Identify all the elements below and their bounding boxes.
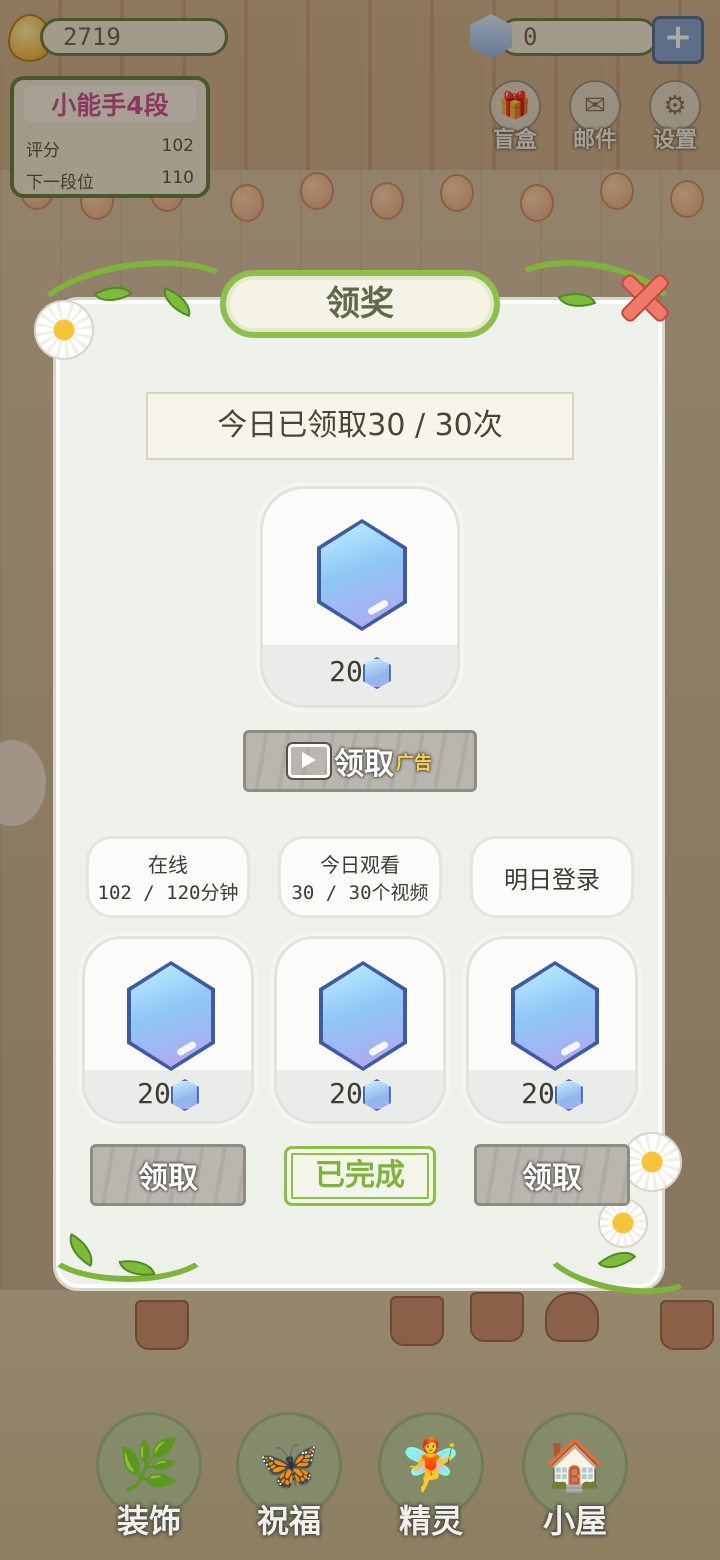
online-reward-card: 20 <box>82 936 254 1124</box>
online-task-label: 在线 102 / 120分钟 <box>86 836 250 918</box>
watch-video-task-label: 今日观看 30 / 30个视频 <box>278 836 442 918</box>
nav-blessing[interactable]: 🦋 祝福 <box>234 1412 344 1552</box>
task-title: 今日观看 <box>320 853 400 877</box>
login-reward-card: 20 <box>466 936 638 1124</box>
claim-with-ad-button[interactable]: 领取 广告 <box>243 730 477 792</box>
gem-icon <box>319 961 407 1071</box>
claim-login-button[interactable]: 领取 <box>474 1144 630 1206</box>
close-button[interactable] <box>612 266 670 324</box>
task-progress: 102 / 120分钟 <box>97 882 239 904</box>
nav-cottage[interactable]: 🏠 小屋 <box>520 1412 630 1552</box>
tv-ad-icon <box>288 744 330 778</box>
modal-title: 领奖 <box>220 270 500 338</box>
claim-label: 领取 <box>334 747 394 782</box>
task-title: 明日登录 <box>504 865 600 894</box>
reward-amount: 20 <box>263 655 457 689</box>
main-reward-card: 20 <box>260 486 460 708</box>
claim-online-button[interactable]: 领取 <box>90 1144 246 1206</box>
daily-claim-count: 今日已领取30 / 30次 <box>146 392 574 460</box>
nav-decorate-label: 装饰 <box>116 1502 181 1540</box>
gem-icon <box>127 961 215 1071</box>
nav-decorate[interactable]: 🌿 装饰 <box>94 1412 204 1552</box>
gem-small-icon <box>554 1079 583 1111</box>
nav-fairy[interactable]: 🧚 精灵 <box>376 1412 486 1552</box>
gem-small-icon <box>170 1079 199 1111</box>
nav-fairy-label: 精灵 <box>398 1502 463 1540</box>
daisy-decoration <box>622 1132 682 1192</box>
nav-blessing-label: 祝福 <box>256 1502 321 1540</box>
nav-cottage-label: 小屋 <box>542 1502 607 1540</box>
gem-icon <box>511 961 599 1071</box>
task-title: 在线 <box>148 853 188 877</box>
ad-tag: 广告 <box>396 753 432 774</box>
reward-amount: 20 <box>469 1077 635 1111</box>
gem-icon <box>317 519 407 631</box>
reward-amount: 20 <box>277 1077 443 1111</box>
gem-small-icon <box>362 1079 391 1111</box>
task-progress: 30 / 30个视频 <box>291 882 429 904</box>
daisy-decoration <box>34 300 94 360</box>
gem-small-icon <box>362 657 391 689</box>
login-task-label: 明日登录 <box>470 836 634 918</box>
completed-button: 已完成 <box>284 1146 436 1206</box>
video-reward-card: 20 <box>274 936 446 1124</box>
reward-amount: 20 <box>85 1077 251 1111</box>
